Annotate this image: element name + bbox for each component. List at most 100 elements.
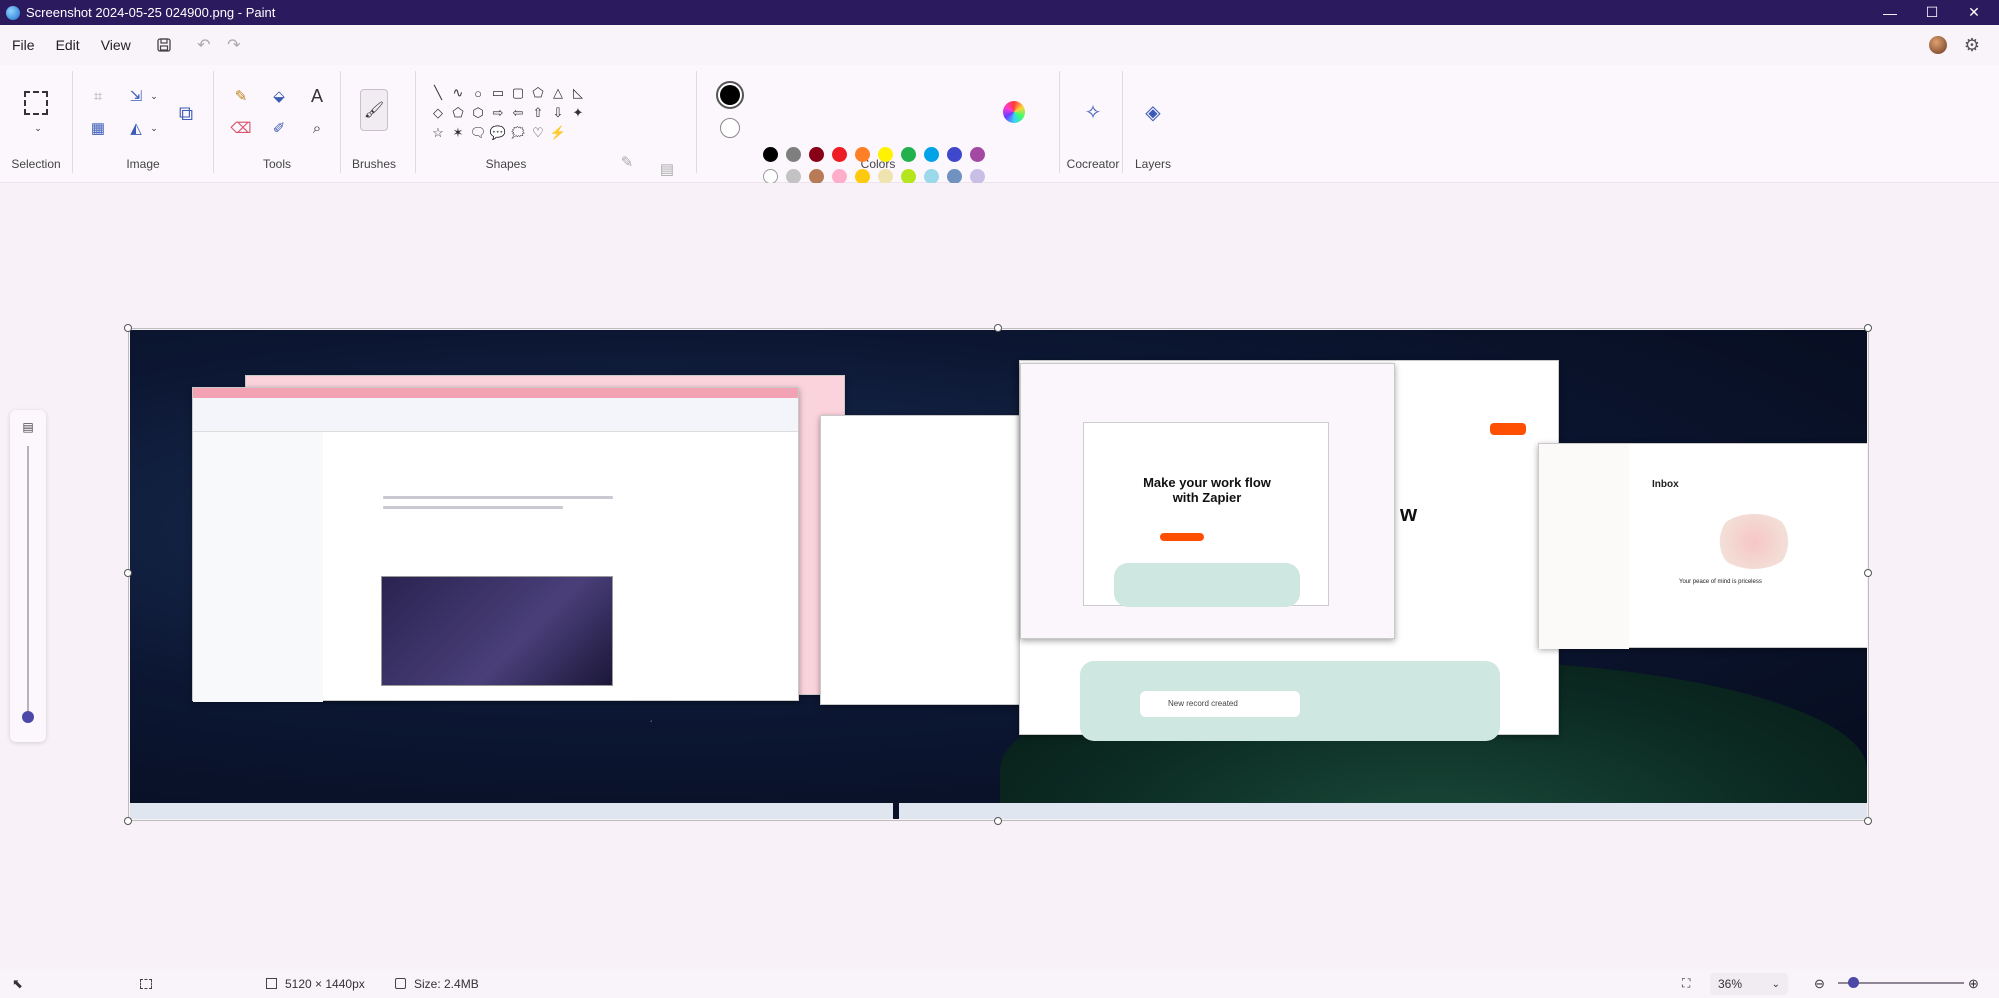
hexagon-shape-icon[interactable]: ⬡ [468, 103, 488, 123]
right-arrow-shape-icon[interactable]: ⇨ [488, 103, 508, 123]
redo-icon[interactable]: ↷ [219, 30, 249, 60]
color-swatch[interactable] [832, 147, 847, 162]
menu-view[interactable]: View [91, 37, 141, 53]
zapier-signup-button [1490, 423, 1526, 435]
menu-edit[interactable]: Edit [46, 37, 90, 53]
color-swatch[interactable] [970, 147, 985, 162]
minimize-button[interactable]: — [1869, 0, 1911, 25]
settings-gear-icon[interactable]: ⚙ [1957, 30, 1987, 60]
color-swatch[interactable] [809, 169, 824, 184]
pentagon-shape-icon[interactable]: ⬠ [448, 103, 468, 123]
color-swatch[interactable] [786, 169, 801, 184]
color-swatch[interactable] [924, 147, 939, 162]
resize-handle-bottom-middle[interactable] [994, 817, 1002, 825]
chevron-down-icon[interactable]: ⌄ [27, 117, 49, 139]
five-point-star-shape-icon[interactable]: ☆ [428, 123, 448, 143]
lightning-shape-icon[interactable]: ⚡ [548, 123, 568, 143]
pencil-icon[interactable]: ✎ [230, 85, 252, 107]
zoom-level-dropdown[interactable]: 36% ⌄ [1710, 973, 1788, 995]
fill-bucket-icon[interactable]: ⬙ [268, 85, 290, 107]
canvas-image[interactable]: w New record created Make your work flow… [130, 330, 1867, 819]
right-triangle-shape-icon[interactable]: ◺ [568, 83, 588, 103]
color-swatch[interactable] [878, 169, 893, 184]
polygon-shape-icon[interactable]: ⬠ [528, 83, 548, 103]
color-swatch[interactable] [855, 169, 870, 184]
canvas-area[interactable]: w New record created Make your work flow… [0, 183, 1999, 969]
resize-handle-top-right[interactable] [1864, 324, 1872, 332]
color-swatch[interactable] [947, 147, 962, 162]
close-button[interactable]: ✕ [1953, 0, 1995, 25]
four-point-star-shape-icon[interactable]: ✦ [568, 103, 588, 123]
image-background-icon[interactable]: ⧉ [173, 101, 199, 127]
rounded-rectangle-shape-icon[interactable]: ▢ [508, 83, 528, 103]
undo-icon[interactable]: ↶ [189, 30, 219, 60]
layers-icon[interactable]: ◈ [1142, 101, 1164, 124]
shape-gallery-expand-icon[interactable]: ▤ [656, 158, 678, 180]
rect-callout-shape-icon[interactable]: 🗨 [468, 123, 488, 143]
disk-save-icon [395, 978, 406, 989]
account-avatar[interactable] [1929, 36, 1947, 54]
zoom-slider-knob[interactable] [1848, 977, 1859, 988]
color-swatch[interactable] [924, 169, 939, 184]
cloud-callout-shape-icon[interactable]: 🗯 [508, 123, 528, 143]
zoom-out[interactable]: ⊖ [1814, 976, 1825, 992]
maximize-button[interactable]: ☐ [1911, 0, 1953, 25]
color-swatch[interactable] [970, 169, 985, 184]
magnifier-icon[interactable]: ⌕ [306, 117, 328, 139]
chevron-down-icon[interactable]: ⌄ [143, 117, 165, 139]
zoom-in-icon[interactable]: ⊕ [1968, 976, 1979, 992]
crop-icon[interactable]: ⌗ [87, 85, 109, 107]
color-swatch[interactable] [947, 169, 962, 184]
fit-to-window-icon[interactable]: ⛶ [1682, 976, 1690, 991]
oval-shape-icon[interactable]: ○ [468, 83, 488, 103]
chevron-down-icon[interactable]: ⌄ [143, 85, 165, 107]
brush-size-track[interactable] [27, 446, 29, 716]
resize-handle-bottom-left[interactable] [124, 817, 132, 825]
menu-file[interactable]: File [2, 37, 45, 53]
line-shape-icon[interactable]: ╲ [428, 83, 448, 103]
color-swatch[interactable] [763, 147, 778, 162]
color-swatch[interactable] [763, 169, 778, 184]
edit-colors-icon[interactable] [1003, 101, 1025, 123]
color-swatch[interactable] [832, 169, 847, 184]
eraser-icon[interactable]: ⌫ [230, 117, 252, 139]
up-arrow-shape-icon[interactable]: ⇧ [528, 103, 548, 123]
resize-handle-top-left[interactable] [124, 324, 132, 332]
resize-handle-top-middle[interactable] [994, 324, 1002, 332]
brush-size-knob[interactable] [22, 711, 34, 723]
cocreator-sparkle-icon[interactable]: ✧ [1082, 101, 1104, 124]
zoom-out-icon[interactable]: ⊖ [1814, 976, 1825, 992]
rectangle-shape-icon[interactable]: ▭ [488, 83, 508, 103]
fit-to-window[interactable]: ⛶ [1682, 976, 1690, 991]
zoom-in[interactable]: ⊕ [1968, 976, 1979, 992]
resize-handle-middle-left[interactable] [124, 569, 132, 577]
brush-icon[interactable]: 🖌 [360, 89, 388, 131]
secondary-color-swatch[interactable] [720, 118, 740, 138]
color-swatch[interactable] [901, 169, 916, 184]
left-arrow-shape-icon[interactable]: ⇦ [508, 103, 528, 123]
color-picker-icon[interactable]: ✐ [268, 117, 290, 139]
outline-icon[interactable]: ✎ [616, 151, 638, 173]
colors-group-label: Colors [860, 157, 896, 171]
window-title: Screenshot 2024-05-25 024900.png - Paint [26, 5, 276, 20]
diamond-shape-icon[interactable]: ◇ [428, 103, 448, 123]
resize-handle-middle-right[interactable] [1864, 569, 1872, 577]
text-icon[interactable]: A [306, 85, 328, 107]
save-icon[interactable] [149, 30, 179, 60]
brush-size-slider[interactable]: ▤ [10, 410, 46, 742]
color-swatch[interactable] [878, 147, 893, 162]
primary-color-swatch[interactable] [716, 81, 744, 109]
six-point-star-shape-icon[interactable]: ✶ [448, 123, 468, 143]
heart-shape-icon[interactable]: ♡ [528, 123, 548, 143]
select-rectangle-icon[interactable] [24, 91, 48, 115]
resize-handle-bottom-right[interactable] [1864, 817, 1872, 825]
down-arrow-shape-icon[interactable]: ⇩ [548, 103, 568, 123]
curve-shape-icon[interactable]: ∿ [448, 83, 468, 103]
triangle-shape-icon[interactable]: △ [548, 83, 568, 103]
color-swatch[interactable] [855, 147, 870, 162]
color-swatch[interactable] [786, 147, 801, 162]
color-swatch[interactable] [809, 147, 824, 162]
oval-callout-shape-icon[interactable]: 💬 [488, 123, 508, 143]
remove-background-icon[interactable]: ▦ [87, 117, 109, 139]
color-swatch[interactable] [901, 147, 916, 162]
